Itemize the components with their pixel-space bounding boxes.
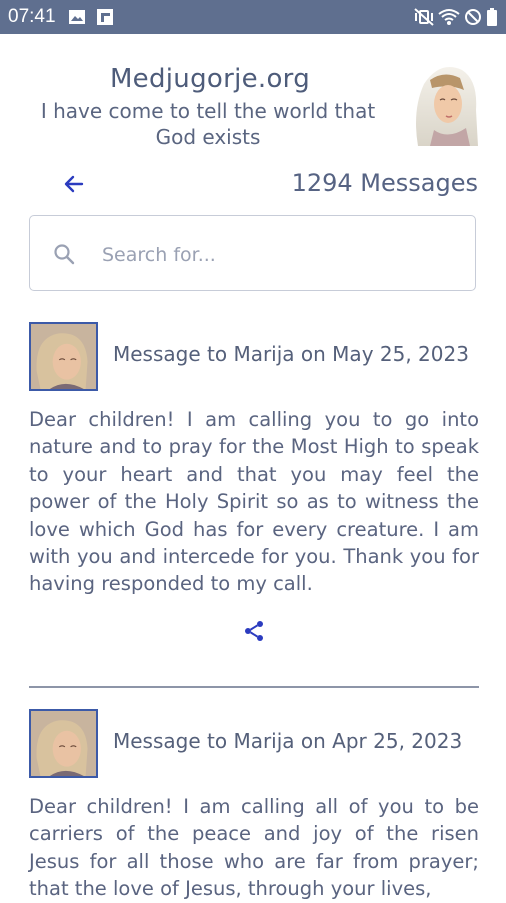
tagline-line-1: I have come to tell the world that (40, 99, 376, 123)
avatar (29, 322, 98, 391)
do-not-disturb-icon (465, 9, 481, 25)
message-body: Dear children! I am calling all of you t… (29, 795, 479, 901)
nav-row: 1294 Messages (0, 166, 506, 206)
share-icon (245, 621, 263, 641)
site-title: Medjugorje.org (109, 64, 311, 94)
search-input[interactable] (100, 236, 464, 274)
app-header: Medjugorje.org I have come to tell the w… (0, 34, 506, 164)
arrow-left-icon (64, 175, 84, 193)
message-count: 1294 Messages (291, 169, 478, 197)
search-box[interactable] (29, 215, 476, 291)
message-title: Message to Marija on May 25, 2023 (113, 342, 469, 366)
mary-portrait (416, 67, 478, 146)
tagline-line-2: God exists (155, 125, 261, 149)
mute-vibrate-icon (414, 8, 434, 26)
message-card: Message to Marija on Apr 25, 2023 Dear c… (29, 709, 479, 900)
message-title: Message to Marija on Apr 25, 2023 (113, 729, 463, 753)
message-card: Message to Marija on May 25, 2023 Dear c… (29, 322, 479, 652)
message-body: Dear children! I am calling you to go in… (29, 408, 479, 596)
flipboard-icon (97, 9, 113, 25)
divider (29, 686, 479, 688)
status-bar: 07:41 (0, 0, 506, 34)
search-icon (54, 244, 75, 265)
status-time: 07:41 (8, 6, 56, 27)
back-button[interactable] (56, 166, 92, 202)
share-button[interactable] (239, 616, 269, 646)
wifi-icon (438, 9, 460, 25)
image-icon (69, 10, 85, 24)
battery-icon (487, 8, 497, 26)
avatar (29, 709, 98, 778)
tagline: I have come to tell the world that God e… (20, 98, 396, 150)
